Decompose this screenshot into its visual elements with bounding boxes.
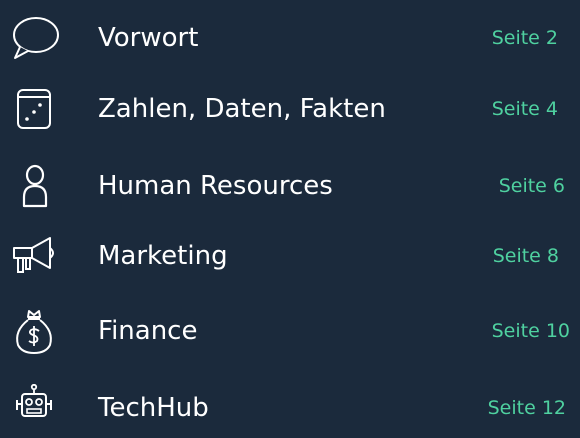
toc-item-title: Finance bbox=[98, 316, 198, 346]
person-icon bbox=[6, 162, 62, 210]
toc-item-page-link[interactable]: Seite 10 bbox=[492, 301, 570, 361]
toc-item-title: Marketing bbox=[98, 241, 228, 271]
toc-item-techhub[interactable]: TechHub Seite 12 bbox=[0, 378, 580, 438]
toc-item-page-link[interactable]: Seite 12 bbox=[488, 378, 566, 438]
toc-item-title: Vorwort bbox=[98, 23, 199, 53]
toc-item-finance[interactable]: Finance Seite 10 bbox=[0, 301, 580, 361]
dice-icon bbox=[6, 85, 62, 133]
toc-item-human-resources[interactable]: Human Resources Seite 6 bbox=[0, 156, 580, 216]
toc-item-page-link[interactable]: Seite 8 bbox=[493, 226, 559, 286]
toc-item-title: Human Resources bbox=[98, 171, 333, 201]
toc-item-page-link[interactable]: Seite 4 bbox=[492, 79, 558, 139]
toc-item-title: Zahlen, Daten, Fakten bbox=[98, 94, 386, 124]
money-bag-icon bbox=[6, 307, 62, 355]
toc-item-page-link[interactable]: Seite 2 bbox=[492, 8, 558, 68]
megaphone-icon bbox=[6, 232, 62, 280]
toc-item-vorwort[interactable]: Vorwort Seite 2 bbox=[0, 8, 580, 68]
toc-item-marketing[interactable]: Marketing Seite 8 bbox=[0, 226, 580, 286]
toc-item-zahlen-daten-fakten[interactable]: Zahlen, Daten, Fakten Seite 4 bbox=[0, 79, 580, 139]
toc-item-title: TechHub bbox=[98, 393, 209, 423]
table-of-contents: Vorwort Seite 2 Zahlen, Daten, Fakten Se… bbox=[0, 0, 580, 425]
toc-item-page-link[interactable]: Seite 6 bbox=[499, 156, 565, 216]
speech-bubble-icon bbox=[6, 14, 62, 62]
